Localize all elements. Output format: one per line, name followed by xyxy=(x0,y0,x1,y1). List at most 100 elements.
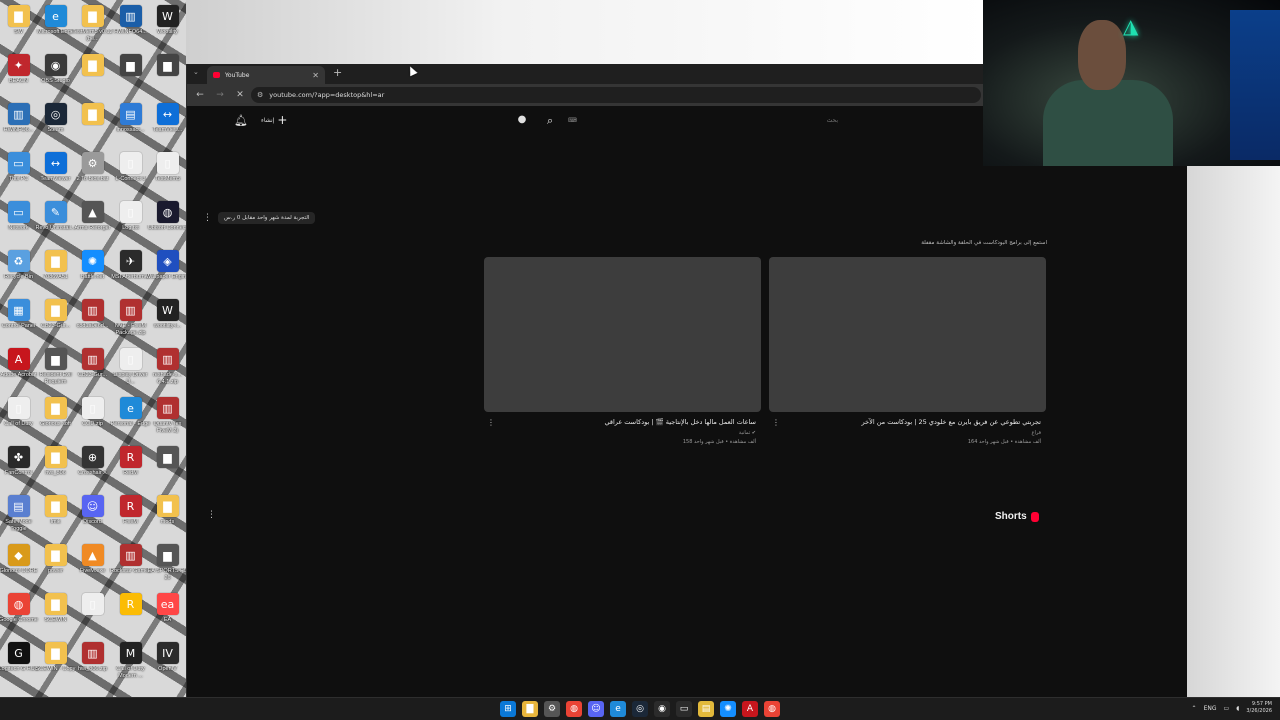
desktop-icon[interactable]: ▥ NVE - FiveM Package.zip xyxy=(112,296,149,345)
desktop-icon[interactable]: e Microsoft Edge xyxy=(37,2,74,51)
premium-trial-chip[interactable]: التجربة لمدة شهر واحد مقابل 0 ر.س xyxy=(218,212,316,224)
video-thumbnail[interactable] xyxy=(484,257,761,412)
network-icon[interactable]: ▭ xyxy=(1224,705,1230,712)
desktop-icon[interactable]: ⚙ 2 To Bios.bat xyxy=(74,149,111,198)
voice-search-mic-icon[interactable]: ● xyxy=(515,114,529,128)
desktop-icon[interactable]: ◍ Google Chrome xyxy=(0,590,38,639)
stop-loading-button[interactable]: ✕ xyxy=(235,90,245,100)
keyboard-icon[interactable]: ⌨ xyxy=(568,117,577,124)
desktop-icon[interactable]: ▥ HWiNFO64... xyxy=(112,2,149,51)
desktop-icon[interactable]: R RedM xyxy=(112,443,149,492)
new-tab-button[interactable]: + xyxy=(333,66,342,79)
video-more-icon[interactable]: ⋮ xyxy=(484,418,495,445)
taskbar-windows-start-icon[interactable]: ⊞ xyxy=(500,701,516,717)
site-info-icon[interactable]: ⚙ xyxy=(257,91,263,99)
url-text[interactable]: youtube.com/?app=desktop&hl=ar xyxy=(269,91,384,99)
taskbar-notes-icon[interactable]: ▤ xyxy=(698,701,714,717)
desktop-icon[interactable]: ▥ CB23-Gur... xyxy=(74,345,111,394)
desktop-icon[interactable]: ▯ COD.zip xyxy=(74,394,111,443)
desktop-icon[interactable]: ▆ EA SPORTS FC 26 xyxy=(148,541,187,590)
taskbar-battle-net-icon[interactable]: ✺ xyxy=(720,701,736,717)
desktop-icon[interactable]: ✺ Battle.net xyxy=(74,247,111,296)
taskbar-file-explorer-icon[interactable]: ▇ xyxy=(522,701,538,717)
desktop-icon[interactable]: ▇ 7086vA51 xyxy=(37,247,74,296)
taskbar-edge-icon[interactable]: e xyxy=(610,701,626,717)
desktop-icon[interactable]: ▇ power xyxy=(37,541,74,590)
language-indicator[interactable]: ENG xyxy=(1204,705,1217,712)
taskbar-discord-icon[interactable]: ☺ xyxy=(588,701,604,717)
desktop-icon[interactable]: ▦ Control Panel xyxy=(0,296,37,345)
desktop-icon[interactable]: ▇ CB23-Gur... xyxy=(37,296,74,345)
desktop-icon[interactable]: ◆ Glorious CORE xyxy=(0,541,37,590)
tab-search-icon[interactable]: ⌄ xyxy=(193,68,199,76)
desktop-icon[interactable]: G Logitech G HUB xyxy=(0,639,38,688)
desktop-icon[interactable]: ↔ TeamViewer xyxy=(37,149,74,198)
desktop-icon[interactable]: ▤ innossact... xyxy=(112,100,149,149)
taskbar-obs-icon[interactable]: ◉ xyxy=(654,701,670,717)
desktop-icon[interactable]: ▥ c8d1a0e6d... xyxy=(74,296,111,345)
tab-close-icon[interactable]: ✕ xyxy=(312,71,319,80)
desktop-icon[interactable]: ▇ Glorious soft xyxy=(37,394,74,443)
desktop-icon[interactable]: e Personal - Edge xyxy=(111,394,150,443)
desktop-icon[interactable]: ▯ xyxy=(74,590,111,639)
desktop-icon[interactable]: ☺ Discord xyxy=(74,492,111,541)
video-card[interactable]: ⋮ تجربتي تطوعي عن فريق بايرن مع خلودي 25… xyxy=(769,257,1046,445)
forward-button[interactable]: → xyxy=(215,90,225,100)
desktop-icon[interactable]: ▇ xyxy=(74,100,111,149)
desktop-icon[interactable]: ⊕ Crosshair X xyxy=(74,443,111,492)
shorts-more-icon[interactable]: ⋮ xyxy=(207,510,216,520)
desktop-icon[interactable]: ✎ Revo Uninstall... xyxy=(35,198,76,247)
desktop-icon[interactable]: ▇ hwi_806 xyxy=(37,443,74,492)
desktop-icon[interactable]: A Adobe Acrobat xyxy=(0,345,37,394)
desktop-icon[interactable]: ▆ xyxy=(149,51,186,100)
volume-icon[interactable]: ◖ xyxy=(1236,705,1239,712)
desktop-icon[interactable]: ▇ Imik xyxy=(37,492,74,541)
desktop-icon[interactable]: ea EA xyxy=(149,590,186,639)
desktop-icon[interactable]: ▇ SCEWIN xyxy=(37,590,74,639)
desktop-icon[interactable]: ▥ QuantV (ex FiveM 2) xyxy=(149,394,186,443)
desktop-icon[interactable]: ▥ Rockstar Games xyxy=(110,541,151,590)
back-button[interactable]: ← xyxy=(195,90,205,100)
taskbar-terminal-icon[interactable]: ▭ xyxy=(676,701,692,717)
desktop-icon[interactable]: ♻ Recycle Bin xyxy=(0,247,37,296)
desktop-icon[interactable]: ▇ SCEWIN - Copy xyxy=(36,639,75,688)
desktop-icon[interactable]: ✤ FanControl xyxy=(0,443,37,492)
search-input[interactable]: ⌨ بحث xyxy=(565,114,841,128)
video-card[interactable]: ⋮ ساعات العمل مالها دخل بالإنتاجية 🎬 | ب… xyxy=(484,257,761,445)
desktop-icon[interactable]: IV OpenIV xyxy=(149,639,186,688)
video-title[interactable]: ساعات العمل مالها دخل بالإنتاجية 🎬 | بود… xyxy=(604,418,756,426)
desktop-icon[interactable]: ▭ This PC xyxy=(0,149,37,198)
desktop-icon[interactable]: ↔ TeamView... xyxy=(149,100,186,149)
clock[interactable]: 9:57 PM 3/26/2026 xyxy=(1246,701,1272,715)
desktop-icon[interactable]: ▆ xyxy=(112,51,149,100)
desktop-icon[interactable]: Wwootility-l... xyxy=(149,296,186,345)
desktop-icon[interactable]: ▇ TestMem5 v0.12 (be... xyxy=(72,2,113,51)
taskbar-settings-icon[interactable]: ⚙ xyxy=(544,701,560,717)
create-button[interactable]: إنشاء + xyxy=(261,114,287,126)
taskbar-chrome-active-icon[interactable]: ◍ xyxy=(764,701,780,717)
desktop-icon[interactable]: ▯ Display Driver U... xyxy=(112,345,149,394)
taskbar-chrome-icon[interactable]: ◍ xyxy=(566,701,582,717)
tab-youtube[interactable]: YouTube ✕ xyxy=(207,66,325,84)
desktop-icon[interactable]: ◈ Wallpaper Engine xyxy=(146,247,189,296)
desktop-icon[interactable]: ▯ Log.txt xyxy=(112,198,149,247)
desktop-icon[interactable]: ▲ FiveM.exe xyxy=(74,541,111,590)
desktop-icon[interactable]: ▯ Call of Duty xyxy=(0,394,37,443)
desktop-icon[interactable]: W Wootility xyxy=(149,2,186,51)
taskbar-steam-icon[interactable]: ◎ xyxy=(632,701,648,717)
tray-overflow-icon[interactable]: ⌃ xyxy=(1192,705,1197,712)
desktop-icon[interactable]: ▇ xyxy=(74,51,111,100)
desktop-icon[interactable]: ▆ xyxy=(149,443,186,492)
desktop-icon[interactable]: ◉ OBS Studio xyxy=(37,51,74,100)
desktop-icon[interactable]: ✦ BEACN xyxy=(0,51,37,100)
desktop-icon[interactable]: R FiveM xyxy=(112,492,149,541)
desktop-icon[interactable]: ▲ Arma Reforger xyxy=(74,198,111,247)
video-title[interactable]: تجربتي تطوعي عن فريق بايرن مع خلودي 25 |… xyxy=(862,418,1041,426)
search-icon[interactable]: ⌕ xyxy=(547,114,553,128)
desktop-icon[interactable]: ▆ Resident Evil Requiem xyxy=(37,345,74,394)
notifications-bell-icon[interactable]: 🔔︎ xyxy=(234,114,248,127)
desktop-icon[interactable]: ▤ Safe Mode Toggle xyxy=(0,492,37,541)
desktop-icon[interactable]: ◍ Ubisoft Connect xyxy=(148,198,187,247)
desktop-icon[interactable]: ▇ mods xyxy=(149,492,186,541)
desktop-icon[interactable]: ▥ hwi_806.zip xyxy=(74,639,111,688)
